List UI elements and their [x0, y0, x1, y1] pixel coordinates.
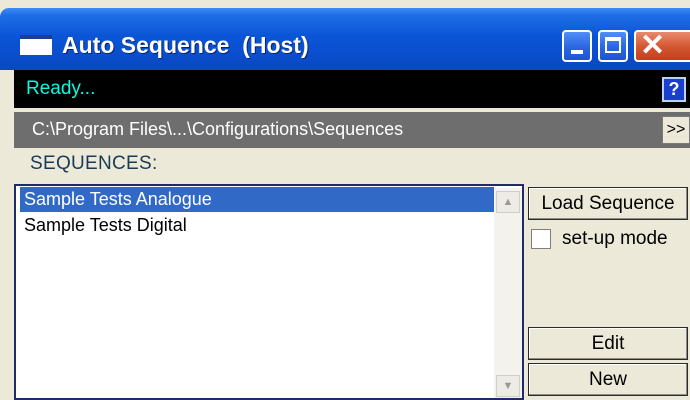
window-app-icon: [20, 35, 52, 55]
list-scrollbar[interactable]: ▲ ▼: [494, 188, 522, 398]
list-item[interactable]: Sample Tests Digital: [20, 213, 494, 238]
close-button[interactable]: ✕: [634, 30, 690, 62]
scroll-up-button[interactable]: ▲: [496, 191, 520, 213]
edit-button[interactable]: Edit: [528, 327, 688, 360]
scroll-down-button[interactable]: ▼: [496, 375, 520, 397]
maximize-icon: [605, 37, 621, 53]
window-title: Auto Sequence (Host): [62, 32, 309, 58]
minimize-icon: [571, 50, 583, 54]
help-button[interactable]: ?: [662, 77, 686, 102]
close-icon: ✕: [640, 29, 666, 62]
setup-mode-label: set-up mode: [562, 228, 668, 249]
maximize-button[interactable]: [598, 30, 628, 62]
chevron-down-icon: ▼: [502, 380, 514, 392]
minimize-button[interactable]: [562, 30, 592, 62]
auto-sequence-window: Auto Sequence (Host) ✕ Ready... ? C:\Pro…: [0, 0, 690, 400]
setup-mode-checkbox[interactable]: [531, 229, 551, 249]
chevron-up-icon: ▲: [502, 196, 514, 208]
list-item[interactable]: Sample Tests Analogue: [20, 187, 494, 212]
title-bar[interactable]: Auto Sequence (Host) ✕: [0, 8, 690, 70]
load-sequence-button[interactable]: Load Sequence: [528, 187, 688, 220]
sequences-path: C:\Program Files\...\Configurations\Sequ…: [32, 119, 404, 139]
new-button[interactable]: New: [528, 363, 688, 396]
sequences-list[interactable]: Sample Tests Analogue Sample Tests Digit…: [14, 184, 524, 400]
expand-button[interactable]: >>: [662, 116, 690, 144]
status-text: Ready...: [26, 78, 96, 99]
status-bar: Ready... ?: [14, 70, 690, 108]
path-bar: C:\Program Files\...\Configurations\Sequ…: [14, 112, 690, 148]
sequences-heading: SEQUENCES:: [30, 153, 158, 174]
